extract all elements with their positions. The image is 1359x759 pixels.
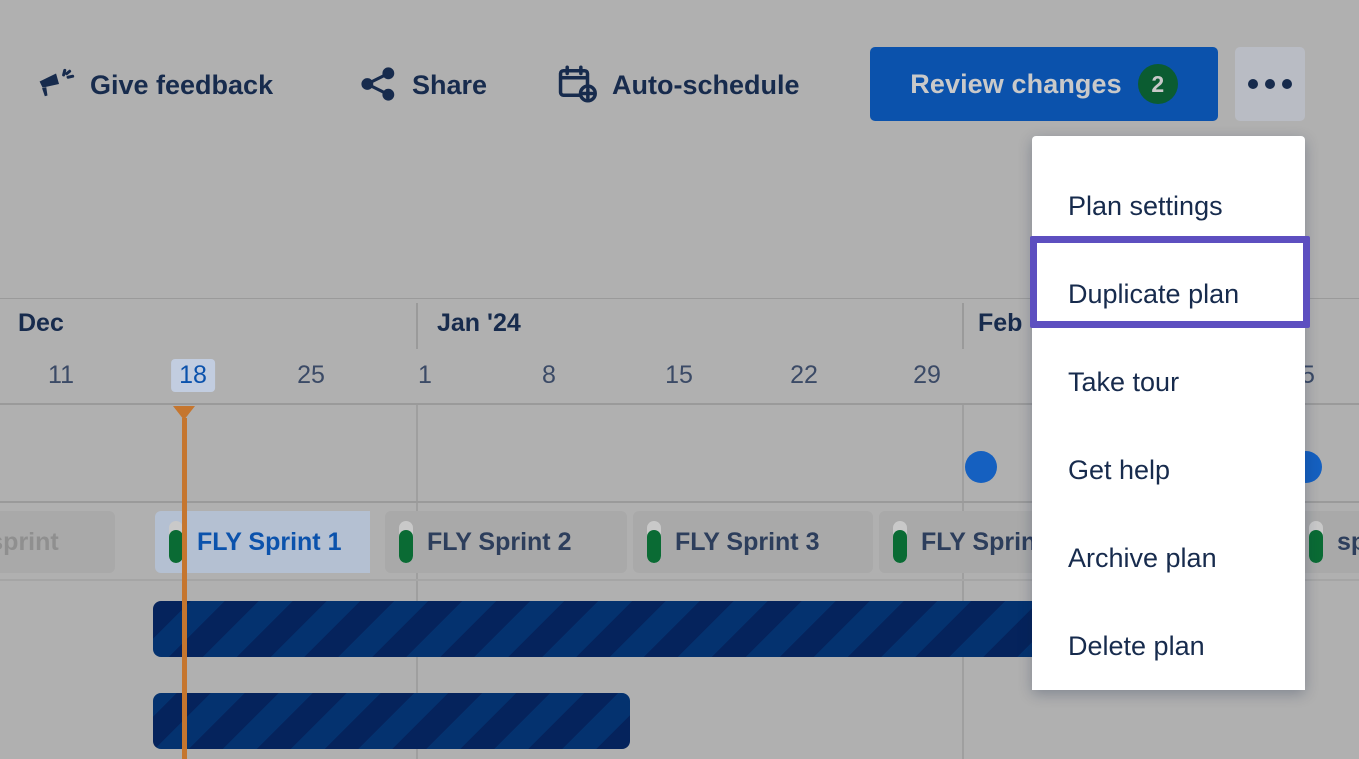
sprint-pill[interactable]: FLY Sprint 2 xyxy=(385,511,627,573)
sprint-progress-capsule-icon xyxy=(893,521,907,563)
jira-plans-timeline-screen: Give feedback Share xyxy=(0,0,1359,759)
today-marker-arrow xyxy=(173,406,195,420)
menu-item-archive-plan[interactable]: Archive plan xyxy=(1032,514,1305,602)
sprint-progress-capsule-icon xyxy=(169,521,183,563)
day-label: 15 xyxy=(665,361,693,390)
menu-item-duplicate-plan[interactable]: Duplicate plan xyxy=(1032,250,1305,338)
sprint-pill[interactable]: FLY Sprint 3 xyxy=(633,511,873,573)
sprint-pill[interactable]: t sprint xyxy=(0,511,115,573)
sprint-label: FLY Sprint 1 xyxy=(197,528,341,557)
sprint-progress-capsule-icon xyxy=(647,521,661,563)
menu-item-take-tour[interactable]: Take tour xyxy=(1032,338,1305,426)
share-button[interactable]: Share xyxy=(358,62,487,106)
review-changes-badge: 2 xyxy=(1138,64,1178,104)
sprint-label: FLY Sprint 3 xyxy=(675,528,819,557)
day-label: 8 xyxy=(542,361,556,390)
menu-item-get-help[interactable]: Get help xyxy=(1032,426,1305,514)
calendar-plus-icon xyxy=(556,63,598,105)
plan-actions-menu: Plan settingsDuplicate planTake tourGet … xyxy=(1032,136,1305,690)
sprint-label: FLY Sprin xyxy=(921,528,1036,557)
month-divider xyxy=(416,303,418,349)
gantt-bar[interactable] xyxy=(153,693,630,749)
day-label: 22 xyxy=(790,361,818,390)
gantt-bar[interactable] xyxy=(153,601,1153,657)
auto-schedule-button[interactable]: Auto-schedule xyxy=(556,62,800,106)
sprint-label: spr... xyxy=(1337,528,1359,557)
top-toolbar: Give feedback Share xyxy=(0,0,1359,140)
give-feedback-label: Give feedback xyxy=(90,72,273,99)
share-icon xyxy=(358,64,398,104)
sprint-pill[interactable]: FLY Sprint 1 xyxy=(155,511,370,573)
month-label: Dec xyxy=(18,309,64,338)
more-actions-button[interactable] xyxy=(1235,47,1305,121)
ellipsis-horizontal-icon xyxy=(1248,79,1258,89)
sprint-progress-capsule-icon xyxy=(399,521,413,563)
month-divider xyxy=(962,303,964,349)
ellipsis-dot-2 xyxy=(1265,79,1275,89)
sprint-progress-capsule-icon xyxy=(1309,521,1323,563)
sprint-label: FLY Sprint 2 xyxy=(427,528,571,557)
month-label: Jan '24 xyxy=(437,309,521,338)
day-label: 1 xyxy=(418,361,432,390)
auto-schedule-label: Auto-schedule xyxy=(612,72,800,99)
day-label-today: 18 xyxy=(171,359,215,392)
month-label: Feb xyxy=(978,309,1022,338)
ellipsis-dot-3 xyxy=(1282,79,1292,89)
today-marker-line xyxy=(182,418,187,759)
day-label: 29 xyxy=(913,361,941,390)
review-changes-button[interactable]: Review changes 2 xyxy=(870,47,1218,121)
release-marker[interactable] xyxy=(965,451,997,483)
menu-item-plan-settings[interactable]: Plan settings xyxy=(1032,162,1305,250)
day-label: 11 xyxy=(48,361,74,390)
day-label: 25 xyxy=(297,361,325,390)
sprint-label: t sprint xyxy=(0,528,59,557)
review-changes-label: Review changes xyxy=(910,69,1122,100)
menu-item-delete-plan[interactable]: Delete plan xyxy=(1032,602,1305,690)
megaphone-icon xyxy=(34,63,76,105)
give-feedback-button[interactable]: Give feedback xyxy=(34,62,273,106)
share-label: Share xyxy=(412,72,487,99)
